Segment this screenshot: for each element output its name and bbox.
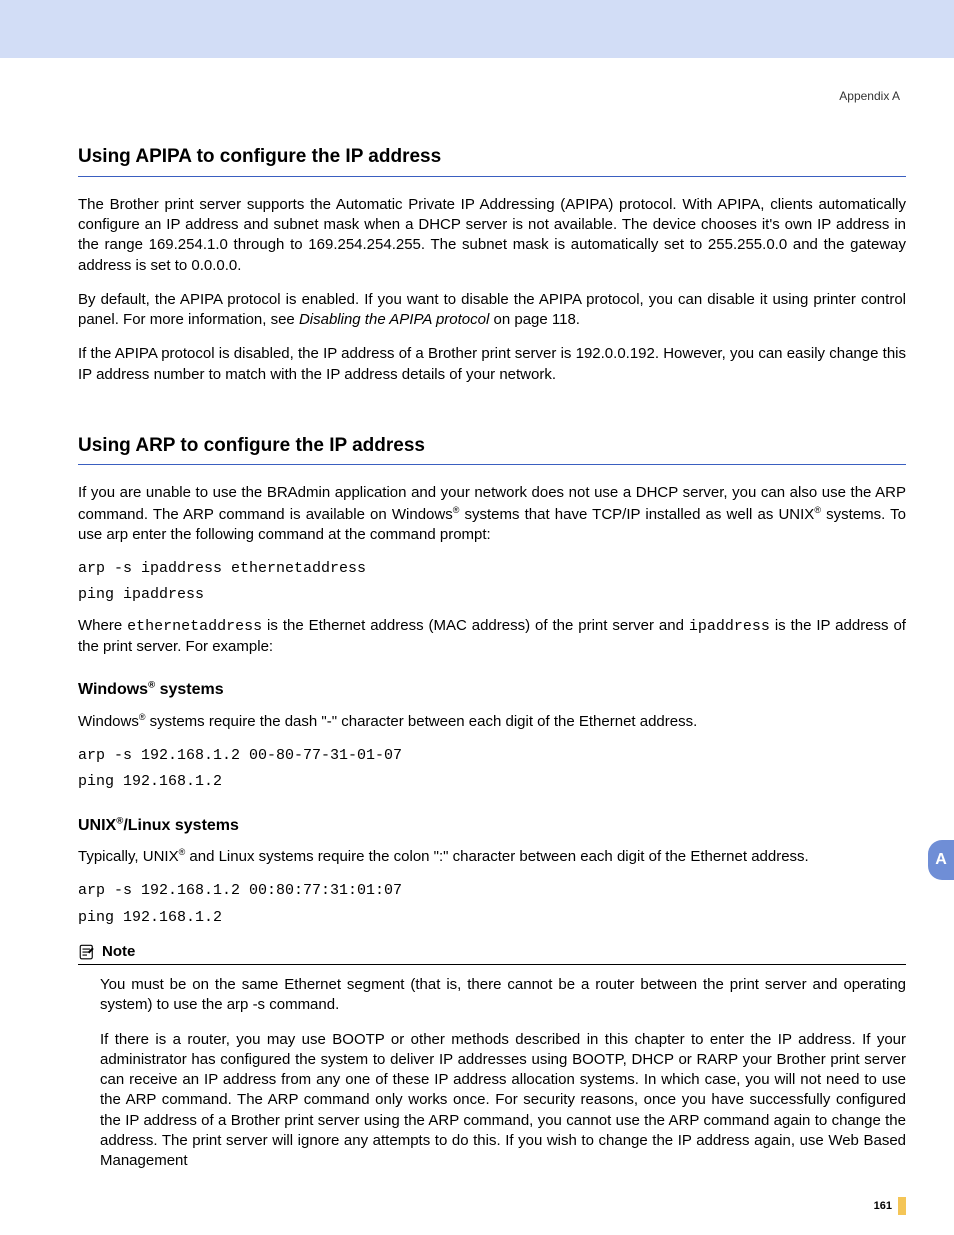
arp-p1b: systems that have TCP/IP installed as we… — [459, 506, 814, 523]
apipa-p1: The Brother print server supports the Au… — [78, 195, 906, 276]
top-band — [0, 0, 954, 58]
win-title-b: systems — [155, 681, 224, 698]
note-block: Note You must be on the same Ethernet se… — [78, 942, 906, 1172]
unix-title-b: /Linux systems — [123, 817, 239, 834]
unix-p1a: Typically, UNIX — [78, 848, 179, 865]
win-p1b: systems require the dash "-" character b… — [146, 713, 698, 730]
header-appendix: Appendix A — [78, 88, 906, 104]
reg-mark: ® — [814, 505, 821, 515]
unix-title-a: UNIX — [78, 817, 116, 834]
page-number: 161 — [874, 1199, 892, 1214]
unix-p1b: and Linux systems require the colon ":" … — [185, 848, 809, 865]
arp-cmd1: arp -s ipaddress ethernetaddress — [78, 559, 906, 579]
page-corner-tab — [898, 1197, 906, 1215]
unix-heading: UNIX®/Linux systems — [78, 815, 906, 837]
apipa-p2-link[interactable]: Disabling the APIPA protocol — [299, 311, 489, 328]
arp-p1: If you are unable to use the BRAdmin app… — [78, 483, 906, 545]
unix-cmd1: arp -s 192.168.1.2 00:80:77:31:01:07 — [78, 881, 906, 901]
note-header: Note — [78, 942, 906, 965]
note-body: You must be on the same Ethernet segment… — [78, 975, 906, 1171]
arp-p2b: is the Ethernet address (MAC address) of… — [262, 617, 689, 634]
section-apipa-title: Using APIPA to configure the IP address — [78, 144, 906, 177]
win-cmd2: ping 192.168.1.2 — [78, 772, 906, 792]
arp-cmd2: ping ipaddress — [78, 585, 906, 605]
apipa-p2: By default, the APIPA protocol is enable… — [78, 290, 906, 331]
win-p1a: Windows — [78, 713, 139, 730]
page-number-wrap: 161 — [874, 1197, 906, 1215]
win-title-a: Windows — [78, 681, 148, 698]
unix-p1: Typically, UNIX® and Linux systems requi… — [78, 846, 906, 867]
arp-p2a: Where — [78, 617, 127, 634]
note-icon — [78, 943, 96, 961]
note-label: Note — [102, 942, 135, 962]
page-content: Appendix A Using APIPA to configure the … — [0, 58, 954, 1205]
unix-cmd2: ping 192.168.1.2 — [78, 908, 906, 928]
win-p1: Windows® systems require the dash "-" ch… — [78, 711, 906, 732]
note-p1: You must be on the same Ethernet segment… — [100, 975, 906, 1016]
apipa-p2b: on page 118. — [489, 311, 580, 328]
arp-p2m2: ipaddress — [689, 618, 770, 635]
arp-p2m1: ethernetaddress — [127, 618, 262, 635]
note-p2: If there is a router, you may use BOOTP … — [100, 1030, 906, 1172]
windows-heading: Windows® systems — [78, 679, 906, 701]
win-cmd1: arp -s 192.168.1.2 00-80-77-31-01-07 — [78, 746, 906, 766]
reg-mark: ® — [139, 712, 146, 722]
apipa-p3: If the APIPA protocol is disabled, the I… — [78, 344, 906, 385]
section-arp-title: Using ARP to configure the IP address — [78, 433, 906, 466]
arp-p2: Where ethernetaddress is the Ethernet ad… — [78, 616, 906, 658]
